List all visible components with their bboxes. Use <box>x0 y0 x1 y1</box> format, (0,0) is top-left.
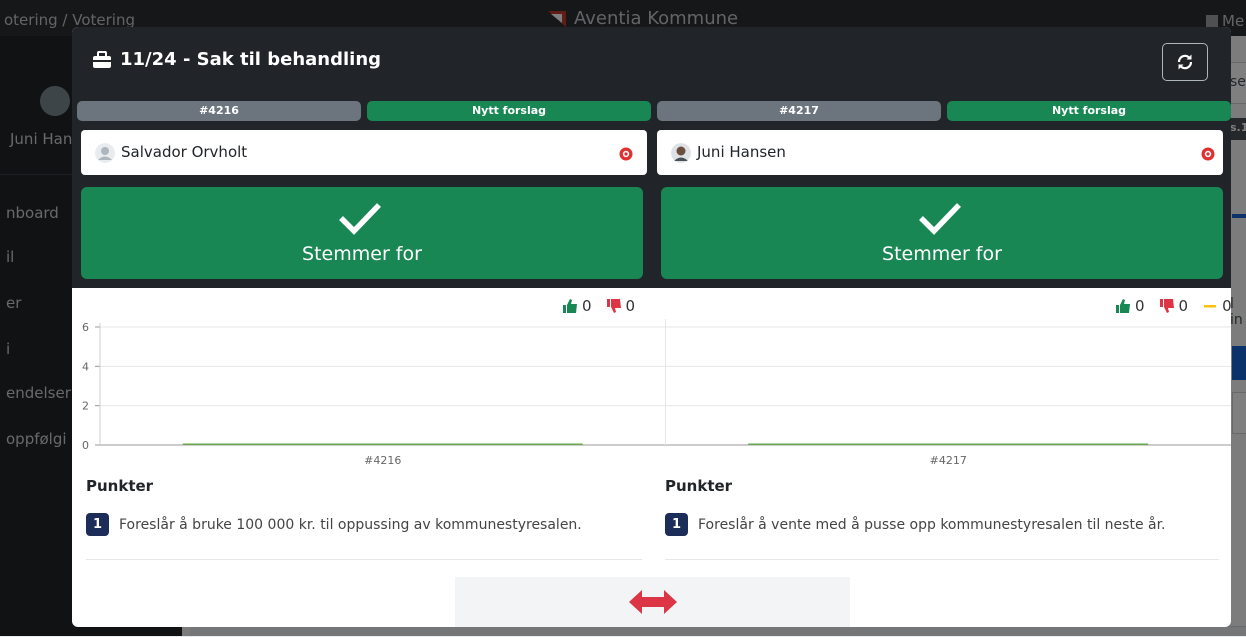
point-text-right: Foreslår å vente med å pusse opp kommune… <box>698 516 1166 533</box>
list-divider-right <box>665 559 1219 560</box>
vote-for-box-right[interactable]: Stemmer for <box>661 187 1223 279</box>
case-id-badge-right: #4217 <box>657 101 941 121</box>
x-category-label: #4216 <box>364 454 401 467</box>
refresh-icon <box>1177 54 1193 70</box>
vote-label-right: Stemmer for <box>882 243 1002 265</box>
refresh-button[interactable] <box>1162 43 1208 81</box>
status-badge-left: Nytt forslag <box>367 101 651 121</box>
x-category-label: #4217 <box>930 454 967 467</box>
point-number-badge: 1 <box>665 513 688 536</box>
double-arrow-horizontal-icon <box>628 590 677 614</box>
swap-columns-button[interactable] <box>455 577 850 627</box>
voter-name-right: Juni Hansen <box>697 143 786 161</box>
vote-chart: 0 2 4 6 #4216 #4217 <box>82 319 1231 467</box>
y-tick-label: 0 <box>82 439 89 452</box>
points-title-right: Punkter <box>665 477 733 495</box>
vote-for-box-left[interactable]: Stemmer for <box>81 187 643 279</box>
voting-modal: 11/24 - Sak til behandling #4216 Nytt fo… <box>72 27 1231 627</box>
y-tick-label: 6 <box>82 321 89 334</box>
case-id-badge-left: #4216 <box>77 101 361 121</box>
avatar-right <box>671 143 691 163</box>
status-badge-right: Nytt forslag <box>947 101 1231 121</box>
point-text-left: Foreslår å bruke 100 000 kr. til oppussi… <box>119 516 582 533</box>
party-rose-icon <box>619 147 633 161</box>
voter-card-right: Juni Hansen <box>657 130 1223 175</box>
party-rose-icon <box>1201 147 1215 161</box>
list-divider-left <box>86 559 642 560</box>
modal-title: 11/24 - Sak til behandling <box>92 49 381 70</box>
modal-title-text: 11/24 - Sak til behandling <box>120 49 382 70</box>
point-number-badge: 1 <box>86 513 109 536</box>
avatar-left <box>95 143 115 163</box>
voter-card-left: Salvador Orvholt <box>81 130 647 175</box>
y-tick-label: 4 <box>82 360 89 373</box>
voter-name-left: Salvador Orvholt <box>121 143 248 161</box>
point-item-left: 1 Foreslår å bruke 100 000 kr. til oppus… <box>86 513 582 536</box>
y-tick-label: 2 <box>82 400 89 413</box>
point-item-right: 1 Foreslår å vente med å pusse opp kommu… <box>665 513 1166 536</box>
briefcase-icon <box>93 50 111 68</box>
vote-label-left: Stemmer for <box>302 243 422 265</box>
bar-4216 <box>182 443 583 445</box>
points-title-left: Punkter <box>86 477 154 495</box>
bar-4217 <box>748 443 1149 445</box>
checkmark-icon <box>339 203 381 235</box>
checkmark-icon <box>919 203 961 235</box>
